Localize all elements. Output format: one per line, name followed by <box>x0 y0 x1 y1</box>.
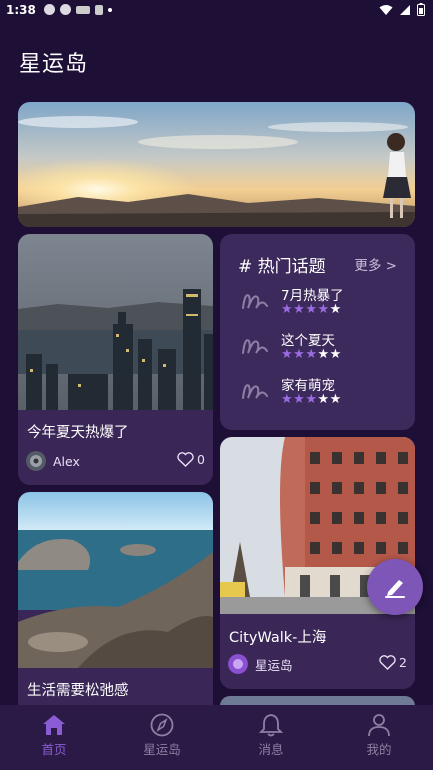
scribble-icon <box>242 339 268 354</box>
star-empty-icon: ★ <box>329 392 342 407</box>
like-button[interactable]: 2 <box>379 655 407 670</box>
post-image <box>18 234 213 410</box>
nav-label: 消息 <box>258 742 284 757</box>
topic-item[interactable]: 家有萌宠 ★★★★★ <box>238 374 403 410</box>
heart-icon <box>379 655 396 670</box>
hot-topics-title: # 热门话题 <box>238 257 326 277</box>
app-notification-icon <box>44 4 55 15</box>
star-empty-icon: ★ <box>329 347 342 362</box>
status-bar: 1:38 <box>0 0 433 20</box>
nav-label: 我的 <box>366 742 392 757</box>
topic-item[interactable]: 7月热暴了 ★★★★★ <box>238 284 403 320</box>
topic-name: 7月热暴了 <box>281 288 344 304</box>
battery-icon <box>417 3 425 16</box>
nav-label: 星运岛 <box>143 742 181 757</box>
nav-profile[interactable]: 我的 <box>339 713 419 758</box>
status-time: 1:38 <box>6 3 36 17</box>
app-notification-icon <box>76 5 90 14</box>
avatar <box>228 654 248 674</box>
more-link[interactable]: 更多 > <box>354 254 397 274</box>
topic-rating: ★★★★★ <box>281 302 342 317</box>
pencil-icon <box>385 580 405 598</box>
star-filled-icon: ★ <box>305 392 318 407</box>
author-name: Alex <box>53 453 80 469</box>
topic-item[interactable]: 这个夏天 ★★★★★ <box>238 329 403 365</box>
like-count: 2 <box>399 655 407 670</box>
star-filled-icon: ★ <box>281 347 294 362</box>
more-notifications-icon <box>108 7 112 12</box>
post-author[interactable]: 星运岛 <box>228 654 293 674</box>
app-notification-icon <box>95 4 103 15</box>
star-empty-icon: ★ <box>317 392 330 407</box>
scribble-icon <box>242 294 268 309</box>
hot-topics-card: # 热门话题 更多 > 7月热暴了 ★★★★★ 这个夏天 ★★★★★ 家有萌宠 ★★★★★ <box>220 234 415 430</box>
star-filled-icon: ★ <box>293 302 306 317</box>
like-count: 0 <box>197 452 205 467</box>
star-filled-icon: ★ <box>317 302 330 317</box>
star-filled-icon: ★ <box>281 302 294 317</box>
bottom-navigation: 首页 星运岛 消息 我的 <box>0 705 433 770</box>
star-filled-icon: ★ <box>293 392 306 407</box>
topic-name: 家有萌宠 <box>281 378 335 394</box>
star-filled-icon: ★ <box>305 302 318 317</box>
post-caption: CityWalk-上海 <box>229 630 327 646</box>
notification-icons <box>44 4 112 15</box>
post-caption: 今年夏天热爆了 <box>27 425 129 441</box>
avatar <box>26 451 46 471</box>
post-image <box>18 492 213 668</box>
signal-icon <box>400 4 410 15</box>
topic-rating: ★★★★★ <box>281 347 342 362</box>
banner-image <box>18 102 415 227</box>
scribble-icon <box>242 384 268 399</box>
wifi-icon <box>379 4 393 15</box>
create-post-button[interactable] <box>367 559 423 615</box>
user-icon <box>368 714 390 737</box>
nav-star-island[interactable]: 星运岛 <box>122 713 202 758</box>
star-empty-icon: ★ <box>317 347 330 362</box>
post-caption: 生活需要松弛感 <box>27 683 129 699</box>
nav-home[interactable]: 首页 <box>14 713 94 758</box>
star-filled-icon: ★ <box>281 392 294 407</box>
star-filled-icon: ★ <box>293 347 306 362</box>
compass-icon <box>150 713 174 737</box>
system-icons <box>379 3 425 16</box>
like-button[interactable]: 0 <box>177 452 205 467</box>
app-notification-icon <box>60 4 71 15</box>
nav-label: 首页 <box>41 742 67 757</box>
post-author[interactable]: Alex <box>26 451 80 471</box>
post-card[interactable]: 生活需要松弛感 <box>18 492 213 722</box>
topic-rating: ★★★★★ <box>281 392 342 407</box>
star-empty-icon: ★ <box>329 302 342 317</box>
home-icon <box>43 715 65 735</box>
banner-card[interactable] <box>18 102 415 227</box>
star-filled-icon: ★ <box>305 347 318 362</box>
nav-messages[interactable]: 消息 <box>231 713 311 758</box>
topic-name: 这个夏天 <box>281 333 335 349</box>
post-card[interactable]: 今年夏天热爆了 Alex 0 <box>18 234 213 485</box>
heart-icon <box>177 452 194 467</box>
bell-icon <box>258 714 284 737</box>
page-title: 星运岛 <box>19 52 89 77</box>
author-name: 星运岛 <box>255 657 293 673</box>
